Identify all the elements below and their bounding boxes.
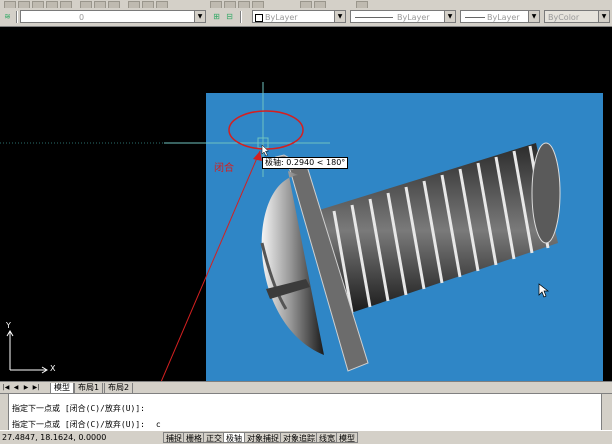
plotstyle-control-dropdown[interactable]: ByColor ▼ — [544, 10, 610, 23]
ucs-x-label: X — [50, 364, 56, 373]
color-swatch-icon — [255, 14, 263, 22]
layer-dropdown[interactable]: 0 ▼ — [20, 10, 206, 23]
chevron-down-icon[interactable]: ▼ — [598, 11, 609, 22]
linetype-control-value: ByLayer — [397, 13, 430, 22]
polar-button[interactable]: 极轴 — [223, 432, 245, 443]
layer-manager-icon[interactable]: ≋ — [3, 12, 12, 21]
snap-button[interactable]: 捕捉 — [163, 432, 185, 443]
model-button[interactable]: 模型 — [336, 432, 358, 443]
layers-properties-toolbar: ≋ ● ✲ ▣ ■ 0 ▼ ⊞ ⊟ ByLayer ▼ ByLayer ▼ By… — [0, 8, 612, 27]
layer-dropdown-value: 0 — [79, 13, 85, 22]
linetype-control-dropdown[interactable]: ByLayer ▼ — [350, 10, 456, 23]
command-input[interactable]: c — [156, 420, 161, 429]
drawing-canvas[interactable]: 闭合 极轴: 0.2940 < 180° Y X — [0, 27, 612, 392]
first-tab-icon[interactable]: |◀ — [2, 384, 10, 392]
lineweight-swatch — [465, 17, 485, 18]
lineweight-control-value: ByLayer — [487, 13, 520, 22]
toolbar-separator — [16, 11, 18, 23]
make-object-layer-current-icon[interactable]: ⊞ — [212, 12, 221, 21]
chevron-down-icon[interactable]: ▼ — [528, 11, 539, 22]
color-control-value: ByLayer — [265, 13, 298, 22]
command-history-line: 指定下一点或 [闭合(C)/放弃(U)]: — [12, 404, 145, 413]
otrack-button[interactable]: 对象追踪 — [280, 432, 318, 443]
ucs-icon — [6, 330, 48, 374]
plotstyle-control-value: ByColor — [548, 13, 580, 22]
last-tab-icon[interactable]: ▶| — [32, 384, 40, 392]
polar-tooltip: 极轴: 0.2940 < 180° — [262, 157, 349, 169]
drawing-overlay — [0, 82, 330, 381]
command-scrollbar[interactable] — [601, 394, 612, 431]
lineweight-button[interactable]: 线宽 — [316, 432, 338, 443]
color-control-dropdown[interactable]: ByLayer ▼ — [252, 10, 346, 23]
prev-tab-icon[interactable]: ◀ — [12, 384, 20, 392]
ortho-button[interactable]: 正交 — [203, 432, 225, 443]
coordinate-readout[interactable]: 27.4847, 18.1624, 0.0000 — [2, 433, 106, 443]
grid-button[interactable]: 栅格 — [183, 432, 205, 443]
command-prompt-line[interactable]: 指定下一点或 [闭合(C)/放弃(U)]: c — [12, 419, 161, 430]
status-bar: 27.4847, 18.1624, 0.0000 捕捉 栅格 正交 极轴 对象捕… — [0, 430, 612, 444]
linetype-swatch — [355, 17, 393, 18]
layer-previous-icon[interactable]: ⊟ — [225, 12, 234, 21]
chevron-down-icon[interactable]: ▼ — [444, 11, 455, 22]
toolbar-separator — [240, 11, 242, 23]
next-tab-icon[interactable]: ▶ — [22, 384, 30, 392]
red-arrow-annotation — [160, 150, 261, 381]
red-arrowhead-icon — [253, 151, 262, 161]
osnap-button[interactable]: 对象捕捉 — [244, 432, 282, 443]
annotation-label: 闭合 — [214, 163, 234, 174]
chevron-down-icon[interactable]: ▼ — [334, 11, 345, 22]
chevron-down-icon[interactable]: ▼ — [194, 11, 205, 22]
command-window[interactable]: 指定下一点或 [闭合(C)/放弃(U)]: 指定下一点或 [闭合(C)/放弃(U… — [0, 393, 612, 431]
lineweight-control-dropdown[interactable]: ByLayer ▼ — [460, 10, 540, 23]
ucs-y-label: Y — [6, 321, 11, 330]
command-window-grip[interactable] — [0, 394, 9, 431]
command-prompt-text: 指定下一点或 [闭合(C)/放弃(U)]: — [12, 420, 145, 429]
